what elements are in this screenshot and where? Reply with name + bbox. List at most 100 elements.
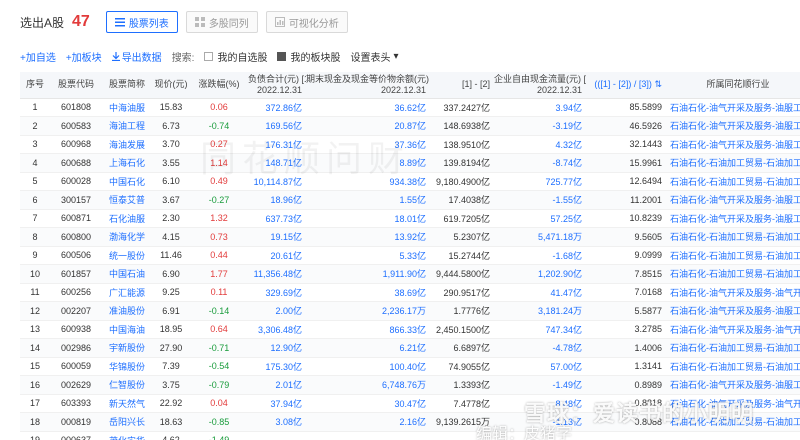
- table-row[interactable]: 3 600968 海油发展 3.70 0.27 176.31亿 37.36亿 138.9510…: [20, 135, 800, 154]
- table-row[interactable]: 14 002986 宇新股份 27.90 -0.71 12.90亿 6.21亿 6.6897亿…: [20, 338, 800, 358]
- cell-debt: 329.69亿: [248, 283, 306, 302]
- cell-industry[interactable]: 石油石化-石油加工贸易-石油加工: [666, 338, 800, 358]
- cell-price: 18.95: [152, 320, 190, 339]
- cell-name[interactable]: 广汇能源: [102, 283, 152, 302]
- col-fcf[interactable]: 企业自由现金流量(元) [3] 2022.12.31: [494, 72, 586, 99]
- cell-name[interactable]: 中海油服: [102, 98, 152, 117]
- block-checkbox[interactable]: [277, 51, 287, 61]
- table-row[interactable]: 4 600688 上海石化 3.55 1.14 148.71亿 8.89亿 139.8194亿…: [20, 153, 800, 173]
- cell-name[interactable]: 海油发展: [102, 135, 152, 154]
- cell-name[interactable]: 海油工程: [102, 116, 152, 136]
- cell-debt: 19.15亿: [248, 227, 306, 247]
- table-row[interactable]: 9 600506 统一股份 11.46 0.44 20.61亿 5.33亿 15.2744亿 -…: [20, 246, 800, 265]
- col-industry[interactable]: 所属同花顺行业: [666, 72, 800, 99]
- cell-name[interactable]: 中国石化: [102, 172, 152, 191]
- table-row[interactable]: 18 000819 岳阳兴长 18.63 -0.85 3.08亿 2.16亿 9,139.26…: [20, 412, 800, 432]
- col-debt[interactable]: 负债合计(元) [1] 2022.12.31: [248, 72, 306, 99]
- table-row[interactable]: 10 601857 中国石油 6.90 1.77 11,356.48亿 1,911.90亿 9…: [20, 264, 800, 284]
- cell-ratio: 12.6494: [586, 172, 666, 191]
- table-row[interactable]: 8 600800 渤海化学 4.15 0.73 19.15亿 13.92亿 5.2307亿 5,…: [20, 227, 800, 247]
- cell-change: 0.49: [190, 172, 248, 191]
- column-settings-dropdown[interactable]: 设置表头 ▾: [350, 49, 398, 64]
- cell-name[interactable]: 华锦股份: [102, 357, 152, 376]
- cell-industry[interactable]: 石油石化-石油加工贸易-石油加工: [666, 412, 800, 432]
- cell-industry[interactable]: 石油石化-石油加工贸易-石油加工: [666, 246, 800, 265]
- tab-label: 可视化分析: [288, 18, 339, 30]
- table-row[interactable]: 5 600028 中国石化 6.10 0.49 10,114.87亿 934.38亿 9,18…: [20, 172, 800, 191]
- cell-name[interactable]: 新天然气: [102, 394, 152, 413]
- table-row[interactable]: 2 600583 海油工程 6.73 -0.74 169.56亿 20.87亿 148.693…: [20, 116, 800, 136]
- cell-name[interactable]: 茂化实华: [102, 431, 152, 440]
- cell-code: 600059: [50, 357, 102, 376]
- cell-industry[interactable]: 石油石化-油气开采及服务-油服工程: [666, 98, 800, 117]
- cell-industry[interactable]: 石油石化-石油加工贸易-石油加工: [666, 357, 800, 376]
- table-row[interactable]: 6 300157 恒泰艾普 3.67 -0.27 18.96亿 1.55亿 17.4038亿 -…: [20, 190, 800, 210]
- cell-industry[interactable]: 石油石化-油气开采及服务-油气开采: [666, 394, 800, 413]
- cell-industry[interactable]: 石油石化-油气开采及服务-油服工程: [666, 116, 800, 136]
- cell-cash: 866.33亿: [306, 320, 430, 339]
- col-index[interactable]: 序号: [20, 72, 50, 99]
- cell-industry[interactable]: 石油石化-石油加工贸易-石油加工: [666, 227, 800, 247]
- table-row[interactable]: 19000637茂化实华4.62-1.49: [20, 431, 800, 440]
- tab-visual-analysis[interactable]: 可视化分析: [265, 11, 348, 33]
- table-row[interactable]: 13 600938 中国海油 18.95 0.64 3,306.48亿 866.33亿 2,4…: [20, 320, 800, 339]
- col-price[interactable]: 现价(元): [152, 72, 190, 99]
- cell-industry[interactable]: 石油石化-油气开采及服务-油服工程: [666, 135, 800, 154]
- tab-stock-list[interactable]: 股票列表: [105, 11, 178, 33]
- cell-diff: 148.6938亿: [430, 116, 494, 136]
- watchlist-checkbox[interactable]: [204, 51, 214, 61]
- cell-diff: 17.4038亿: [430, 190, 494, 210]
- cell-name[interactable]: 岳阳兴长: [102, 412, 152, 432]
- col-code[interactable]: 股票代码: [50, 72, 102, 99]
- cell-industry[interactable]: 石油石化-油气开采及服务-油服工程: [666, 375, 800, 395]
- export-label: 导出数据: [121, 52, 162, 64]
- settings-label: 设置表头: [350, 52, 391, 64]
- table-row[interactable]: 12 002207 准油股份 6.91 -0.14 2.00亿 2,236.17万 1.777…: [20, 301, 800, 321]
- col-name[interactable]: 股票简称: [102, 72, 152, 99]
- chart-icon: [274, 17, 285, 27]
- cell-name[interactable]: 渤海化学: [102, 227, 152, 247]
- add-block-button[interactable]: +加板块: [66, 49, 102, 64]
- table-row[interactable]: 11 600256 广汇能源 9.25 0.11 329.69亿 38.69亿 290.951…: [20, 283, 800, 302]
- cell-industry[interactable]: 石油石化-油气开采及服务-油服工程: [666, 209, 800, 228]
- tab-multi-stock[interactable]: 多股同列: [185, 11, 258, 33]
- table-row[interactable]: 16 002629 仁智股份 3.75 -0.79 2.01亿 6,748.76万 1.339…: [20, 375, 800, 395]
- cell-diff: 138.9510亿: [430, 135, 494, 154]
- cell-name[interactable]: 恒泰艾普: [102, 190, 152, 210]
- col-diff[interactable]: [1] - [2]: [430, 72, 494, 99]
- filter-block[interactable]: 我的板块股: [277, 49, 340, 64]
- cell-fcf: -1.68亿: [494, 246, 586, 265]
- col-change[interactable]: 涨跌幅(%): [190, 72, 248, 99]
- cell-name[interactable]: 统一股份: [102, 246, 152, 265]
- cell-industry[interactable]: 石油石化-石油加工贸易-石油加工: [666, 264, 800, 284]
- cell-code: 000637: [50, 431, 102, 440]
- cell-cash: 100.40亿: [306, 357, 430, 376]
- cell-industry[interactable]: 石油石化-油气开采及服务-油服工程: [666, 301, 800, 321]
- cell-code: 002986: [50, 338, 102, 358]
- cell-name[interactable]: 准油股份: [102, 301, 152, 321]
- cell-industry[interactable]: 石油石化-油气开采及服务-油气开采: [666, 283, 800, 302]
- add-watchlist-button[interactable]: +加自选: [20, 49, 56, 64]
- cell-industry[interactable]: [666, 431, 800, 440]
- table-row[interactable]: 1 601808 中海油服 15.83 0.06 372.86亿 36.62亿 337.242…: [20, 98, 800, 117]
- table-row[interactable]: 17 603393 新天然气 22.92 0.04 37.94亿 30.47亿 7.4778亿…: [20, 394, 800, 413]
- col-ratio[interactable]: (([1] - [2]) / [3]) ⇅: [586, 72, 666, 99]
- cell-name[interactable]: 中国石油: [102, 264, 152, 284]
- cell-industry[interactable]: 石油石化-石油加工贸易-石油加工: [666, 153, 800, 173]
- cell-name[interactable]: 中国海油: [102, 320, 152, 339]
- export-button[interactable]: 导出数据: [111, 49, 162, 64]
- cell-industry[interactable]: 石油石化-油气开采及服务-油服工程: [666, 190, 800, 210]
- cell-name[interactable]: 上海石化: [102, 153, 152, 173]
- cell-industry[interactable]: 石油石化-油气开采及服务-油气开采: [666, 320, 800, 339]
- cell-name[interactable]: 石化油服: [102, 209, 152, 228]
- cell-index: 2: [20, 116, 50, 136]
- table-row[interactable]: 15 600059 华锦股份 7.39 -0.54 175.30亿 100.40亿 74.90…: [20, 357, 800, 376]
- cell-name[interactable]: 宇新股份: [102, 338, 152, 358]
- filter-watchlist[interactable]: 我的自选股: [204, 49, 267, 64]
- table-row[interactable]: 7 600871 石化油服 2.30 1.32 637.73亿 18.01亿 619.7205…: [20, 209, 800, 228]
- list-icon: [114, 18, 125, 27]
- cell-cash: 1,911.90亿: [306, 264, 430, 284]
- col-cash[interactable]: 期末现金及现金等价物余额(元) [2] 2022.12.31: [306, 72, 430, 99]
- cell-name[interactable]: 仁智股份: [102, 375, 152, 395]
- cell-industry[interactable]: 石油石化-石油加工贸易-石油加工: [666, 172, 800, 191]
